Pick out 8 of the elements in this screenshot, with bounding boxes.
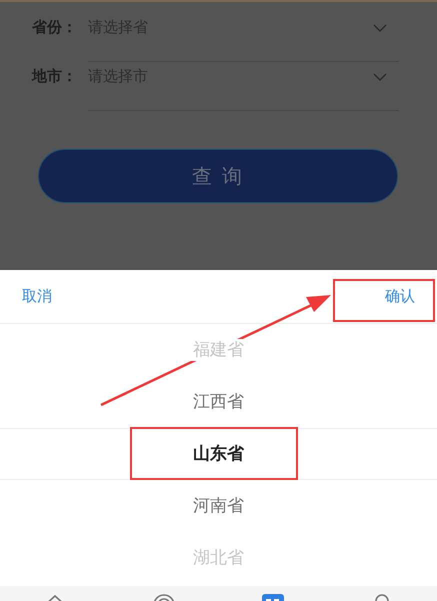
picker-option[interactable]: 河南省	[0, 480, 437, 532]
confirm-button[interactable]: 确认	[385, 287, 415, 306]
query-button[interactable]: 查 询	[38, 149, 398, 203]
picker-option[interactable]: 山东省	[0, 428, 437, 480]
cancel-button[interactable]: 取消	[22, 287, 52, 306]
chevron-down-icon	[373, 73, 387, 81]
chevron-down-icon	[373, 24, 387, 32]
picker-option[interactable]: 江西省	[0, 376, 437, 428]
